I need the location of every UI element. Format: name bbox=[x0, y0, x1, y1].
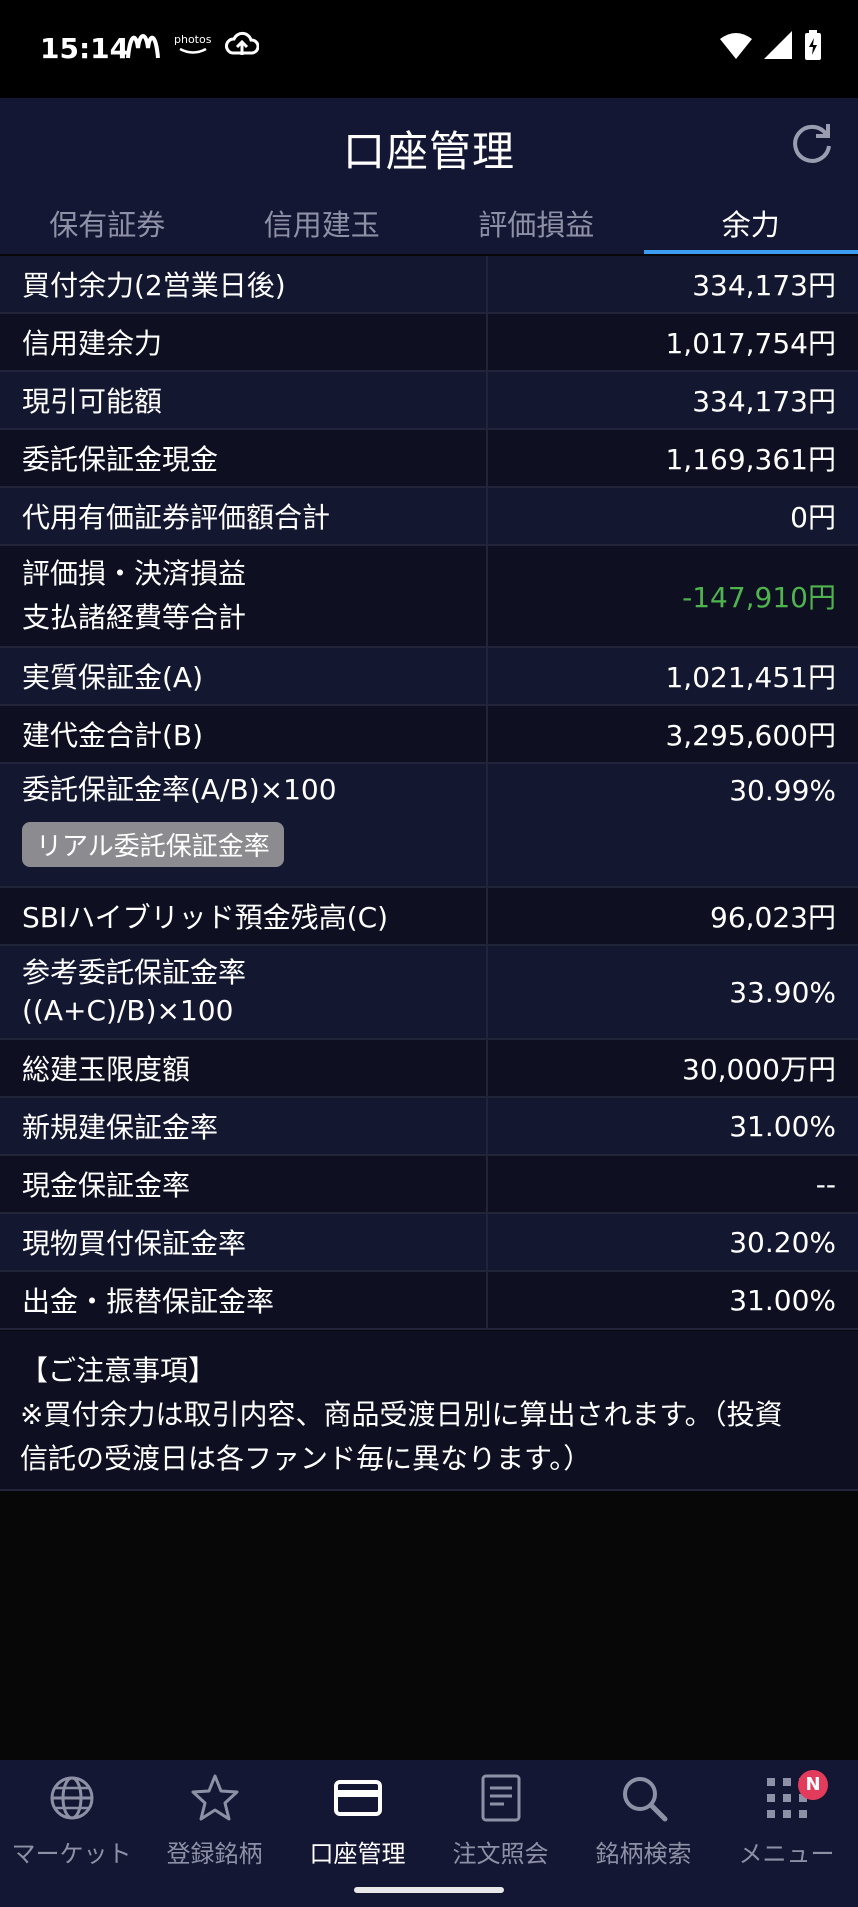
row-label: 総建玉限度額 bbox=[0, 1040, 488, 1096]
home-indicator[interactable] bbox=[354, 1887, 504, 1893]
row-value: 0円 bbox=[790, 501, 836, 534]
table-row: 建代金合計(B) 3,295,600円 bbox=[0, 706, 858, 764]
row-value: -- bbox=[815, 1167, 836, 1201]
row-label: 現物買付保証金率 bbox=[0, 1214, 488, 1270]
refresh-icon[interactable] bbox=[788, 120, 836, 168]
row-value-negative: -147,910円 bbox=[682, 581, 836, 614]
row-label: 現引可能額 bbox=[0, 372, 488, 428]
system-icons bbox=[720, 30, 822, 60]
row-value: 1,021,451円 bbox=[665, 661, 836, 694]
buying-power-table: 買付余力(2営業日後) 334,173円 信用建余力 1,017,754円 現引… bbox=[0, 256, 858, 1330]
row-value: 31.00% bbox=[729, 1283, 836, 1317]
photos-icon: photos bbox=[174, 34, 211, 56]
row-label: 委託保証金現金 bbox=[0, 430, 488, 486]
nav-label: 注文照会 bbox=[452, 1840, 549, 1868]
row-value: 30.99% bbox=[729, 774, 836, 807]
tab-valuation[interactable]: 評価損益 bbox=[429, 198, 644, 254]
notes-line: 信託の受渡日は各ファンド毎に異なります。） bbox=[20, 1442, 592, 1475]
bottom-nav: マーケット 登録銘柄 口座管理 注文照会 銘柄検索 N メニュー bbox=[0, 1760, 858, 1907]
table-row: 新規建保証金率 31.00% bbox=[0, 1098, 858, 1156]
battery-icon bbox=[805, 30, 821, 60]
nav-label: 口座管理 bbox=[309, 1840, 406, 1868]
row-label-line: 評価損・決済損益 bbox=[22, 557, 247, 590]
table-row: 総建玉限度額 30,000万円 bbox=[0, 1040, 858, 1098]
star-icon bbox=[191, 1774, 238, 1821]
card-icon bbox=[333, 1780, 382, 1816]
table-row: 委託保証金現金 1,169,361円 bbox=[0, 430, 858, 488]
table-row: SBIハイブリッド預金残高(C) 96,023円 bbox=[0, 888, 858, 946]
nav-account[interactable]: 口座管理 bbox=[286, 1760, 429, 1907]
tab-margin-positions[interactable]: 信用建玉 bbox=[215, 198, 430, 254]
row-value: 33.90% bbox=[729, 975, 836, 1009]
row-label: 現金保証金率 bbox=[0, 1156, 488, 1212]
new-badge: N bbox=[798, 1770, 828, 1800]
row-label: 新規建保証金率 bbox=[0, 1098, 488, 1154]
mcdonalds-icon bbox=[126, 34, 160, 59]
page-title: 口座管理 bbox=[342, 127, 515, 176]
row-value: 30.20% bbox=[729, 1225, 836, 1259]
nav-label: メニュー bbox=[738, 1840, 835, 1868]
nav-menu[interactable]: N メニュー bbox=[715, 1760, 858, 1907]
notes-title: 【ご注意事項】 bbox=[20, 1354, 217, 1387]
row-label: 代用有価証券評価額合計 bbox=[0, 488, 488, 544]
table-row: 信用建余力 1,017,754円 bbox=[0, 314, 858, 372]
cloud-upload-icon bbox=[225, 31, 260, 55]
notes-section: 【ご注意事項】 ※買付余力は取引内容、商品受渡日別に算出されます。（投資 信託の… bbox=[0, 1331, 858, 1491]
nav-orders[interactable]: 注文照会 bbox=[429, 1760, 572, 1907]
table-row: 買付余力(2営業日後) 334,173円 bbox=[0, 256, 858, 314]
table-row: 現金保証金率 -- bbox=[0, 1156, 858, 1214]
row-value: 334,173円 bbox=[692, 269, 836, 302]
nav-search[interactable]: 銘柄検索 bbox=[572, 1760, 715, 1907]
app-header: 口座管理 保有証券 信用建玉 評価損益 余力 bbox=[0, 98, 858, 254]
table-row: 現引可能額 334,173円 bbox=[0, 372, 858, 430]
table-row: 参考委託保証金率 ((A+C)/B)×100 33.90% bbox=[0, 946, 858, 1040]
row-label: 信用建余力 bbox=[0, 314, 488, 370]
globe-icon bbox=[50, 1776, 93, 1820]
row-label-line: 参考委託保証金率 bbox=[22, 956, 247, 989]
row-label: 買付余力(2営業日後) bbox=[0, 256, 488, 312]
row-label: 建代金合計(B) bbox=[0, 706, 488, 762]
row-label-line: ((A+C)/B)×100 bbox=[22, 994, 234, 1027]
row-label: 出金・振替保証金率 bbox=[0, 1272, 488, 1328]
notification-icons: photos bbox=[126, 30, 260, 60]
table-row: 出金・振替保証金率 31.00% bbox=[0, 1272, 858, 1330]
signal-icon bbox=[764, 31, 792, 59]
search-icon bbox=[622, 1777, 667, 1822]
row-label: 参考委託保証金率 ((A+C)/B)×100 bbox=[0, 946, 488, 1038]
tab-bar: 保有証券 信用建玉 評価損益 余力 bbox=[0, 198, 858, 254]
row-value: 30,000万円 bbox=[682, 1053, 836, 1086]
table-row: 代用有価証券評価額合計 0円 bbox=[0, 488, 858, 546]
table-row: 実質保証金(A) 1,021,451円 bbox=[0, 648, 858, 706]
document-icon bbox=[481, 1774, 520, 1822]
nav-label: 銘柄検索 bbox=[595, 1840, 692, 1868]
row-label: SBIハイブリッド預金残高(C) bbox=[0, 888, 488, 944]
table-row: 評価損・決済損益 支払諸経費等合計 -147,910円 bbox=[0, 546, 858, 648]
status-bar: 15:14 photos bbox=[0, 0, 858, 98]
notes-line: ※買付余力は取引内容、商品受渡日別に算出されます。（投資 bbox=[20, 1398, 783, 1431]
wifi-icon bbox=[720, 33, 752, 59]
nav-label: マーケット bbox=[11, 1840, 132, 1868]
tab-holdings[interactable]: 保有証券 bbox=[0, 198, 215, 254]
table-row: 委託保証金率(A/B)×100 リアル委託保証金率 30.99% bbox=[0, 764, 858, 888]
row-value: 334,173円 bbox=[692, 385, 836, 418]
row-label-line: 支払諸経費等合計 bbox=[22, 601, 247, 634]
row-value: 1,169,361円 bbox=[665, 443, 836, 476]
nav-label: 登録銘柄 bbox=[166, 1840, 263, 1868]
row-value: 31.00% bbox=[729, 1109, 836, 1143]
row-label: 実質保証金(A) bbox=[0, 648, 488, 704]
tab-buying-power[interactable]: 余力 bbox=[643, 198, 858, 254]
row-label-line: 委託保証金率(A/B)×100 bbox=[22, 773, 337, 806]
row-value: 1,017,754円 bbox=[665, 327, 836, 360]
row-value: 3,295,600円 bbox=[665, 719, 836, 752]
table-row: 現物買付保証金率 30.20% bbox=[0, 1214, 858, 1272]
nav-market[interactable]: マーケット bbox=[0, 1760, 143, 1907]
row-value: 96,023円 bbox=[710, 901, 836, 934]
real-margin-rate-button[interactable]: リアル委託保証金率 bbox=[22, 822, 284, 867]
nav-watchlist[interactable]: 登録銘柄 bbox=[143, 1760, 286, 1907]
row-label: 評価損・決済損益 支払諸経費等合計 bbox=[0, 546, 488, 646]
status-time: 15:14 bbox=[40, 32, 130, 65]
row-label: 委託保証金率(A/B)×100 リアル委託保証金率 bbox=[0, 764, 488, 886]
